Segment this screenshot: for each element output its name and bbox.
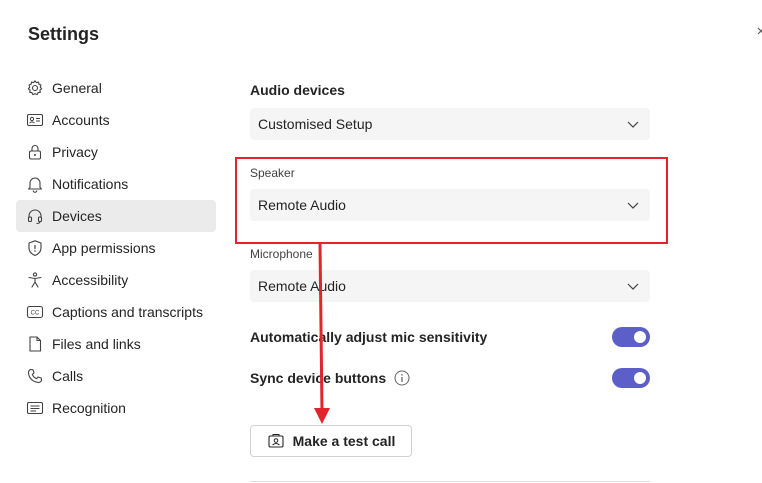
chevron-down-icon (627, 283, 639, 290)
auto-adjust-row: Automatically adjust mic sensitivity (250, 326, 650, 348)
sidebar-item-captions[interactable]: CC Captions and transcripts (16, 296, 216, 328)
sidebar-item-label: App permissions (52, 240, 156, 256)
id-card-icon (26, 111, 44, 129)
settings-title: Settings (28, 24, 100, 44)
make-test-call-button[interactable]: Make a test call (250, 425, 412, 457)
sidebar-item-calls[interactable]: Calls (16, 360, 216, 392)
speaker-dropdown[interactable]: Remote Audio (250, 189, 650, 221)
sidebar-item-label: Recognition (52, 400, 126, 416)
microphone-value: Remote Audio (258, 278, 346, 294)
bell-icon (26, 175, 44, 193)
audio-setup-dropdown[interactable]: Customised Setup (250, 108, 650, 140)
info-icon[interactable] (394, 370, 410, 386)
phone-icon (26, 367, 44, 385)
headset-icon (26, 207, 44, 225)
sidebar-item-label: Accessibility (52, 272, 129, 288)
sidebar-item-general[interactable]: General (16, 72, 216, 104)
auto-adjust-toggle[interactable] (612, 327, 650, 347)
chevron-down-icon (627, 202, 639, 209)
auto-adjust-label: Automatically adjust mic sensitivity (250, 329, 488, 345)
sidebar-item-app-permissions[interactable]: App permissions (16, 232, 216, 264)
sidebar-item-notifications[interactable]: Notifications (16, 168, 216, 200)
sidebar-item-accounts[interactable]: Accounts (16, 104, 216, 136)
sidebar-item-accessibility[interactable]: Accessibility (16, 264, 216, 296)
section-divider (250, 481, 650, 482)
sidebar-item-label: General (52, 80, 102, 96)
file-icon (26, 335, 44, 353)
audio-devices-heading: Audio devices (250, 82, 345, 98)
sidebar-item-label: Accounts (52, 112, 110, 128)
sidebar-item-label: Notifications (52, 176, 129, 192)
toggle-knob (634, 372, 646, 384)
sidebar-item-recognition[interactable]: Recognition (16, 392, 216, 424)
sidebar-item-label: Files and links (52, 336, 141, 352)
recognition-icon (26, 399, 44, 417)
sync-buttons-toggle[interactable] (612, 368, 650, 388)
sidebar-item-label: Devices (52, 208, 102, 224)
sidebar-item-label: Captions and transcripts (52, 304, 203, 320)
gear-icon (26, 79, 44, 97)
sidebar-item-label: Calls (52, 368, 84, 384)
sidebar-item-privacy[interactable]: Privacy (16, 136, 216, 168)
sync-buttons-label: Sync device buttons (250, 370, 387, 386)
toggle-knob (634, 331, 646, 343)
cc-icon: CC (26, 303, 44, 321)
lock-icon (26, 143, 44, 161)
sync-buttons-row: Sync device buttons (250, 367, 650, 389)
close-icon[interactable] (756, 24, 762, 42)
svg-text:CC: CC (31, 311, 40, 317)
test-call-icon (268, 434, 284, 448)
sidebar-item-devices[interactable]: Devices (16, 200, 216, 232)
speaker-value: Remote Audio (258, 197, 346, 213)
accessibility-icon (26, 271, 44, 289)
microphone-dropdown[interactable]: Remote Audio (250, 270, 650, 302)
settings-sidebar: General Accounts Privacy Notifications D… (16, 72, 216, 424)
make-test-call-label: Make a test call (292, 433, 396, 449)
chevron-down-icon (627, 121, 639, 128)
microphone-label: Microphone (250, 247, 313, 261)
speaker-label: Speaker (250, 166, 295, 180)
sidebar-item-files-and-links[interactable]: Files and links (16, 328, 216, 360)
sidebar-item-label: Privacy (52, 144, 98, 160)
audio-setup-value: Customised Setup (258, 116, 373, 132)
shield-icon (26, 239, 44, 257)
